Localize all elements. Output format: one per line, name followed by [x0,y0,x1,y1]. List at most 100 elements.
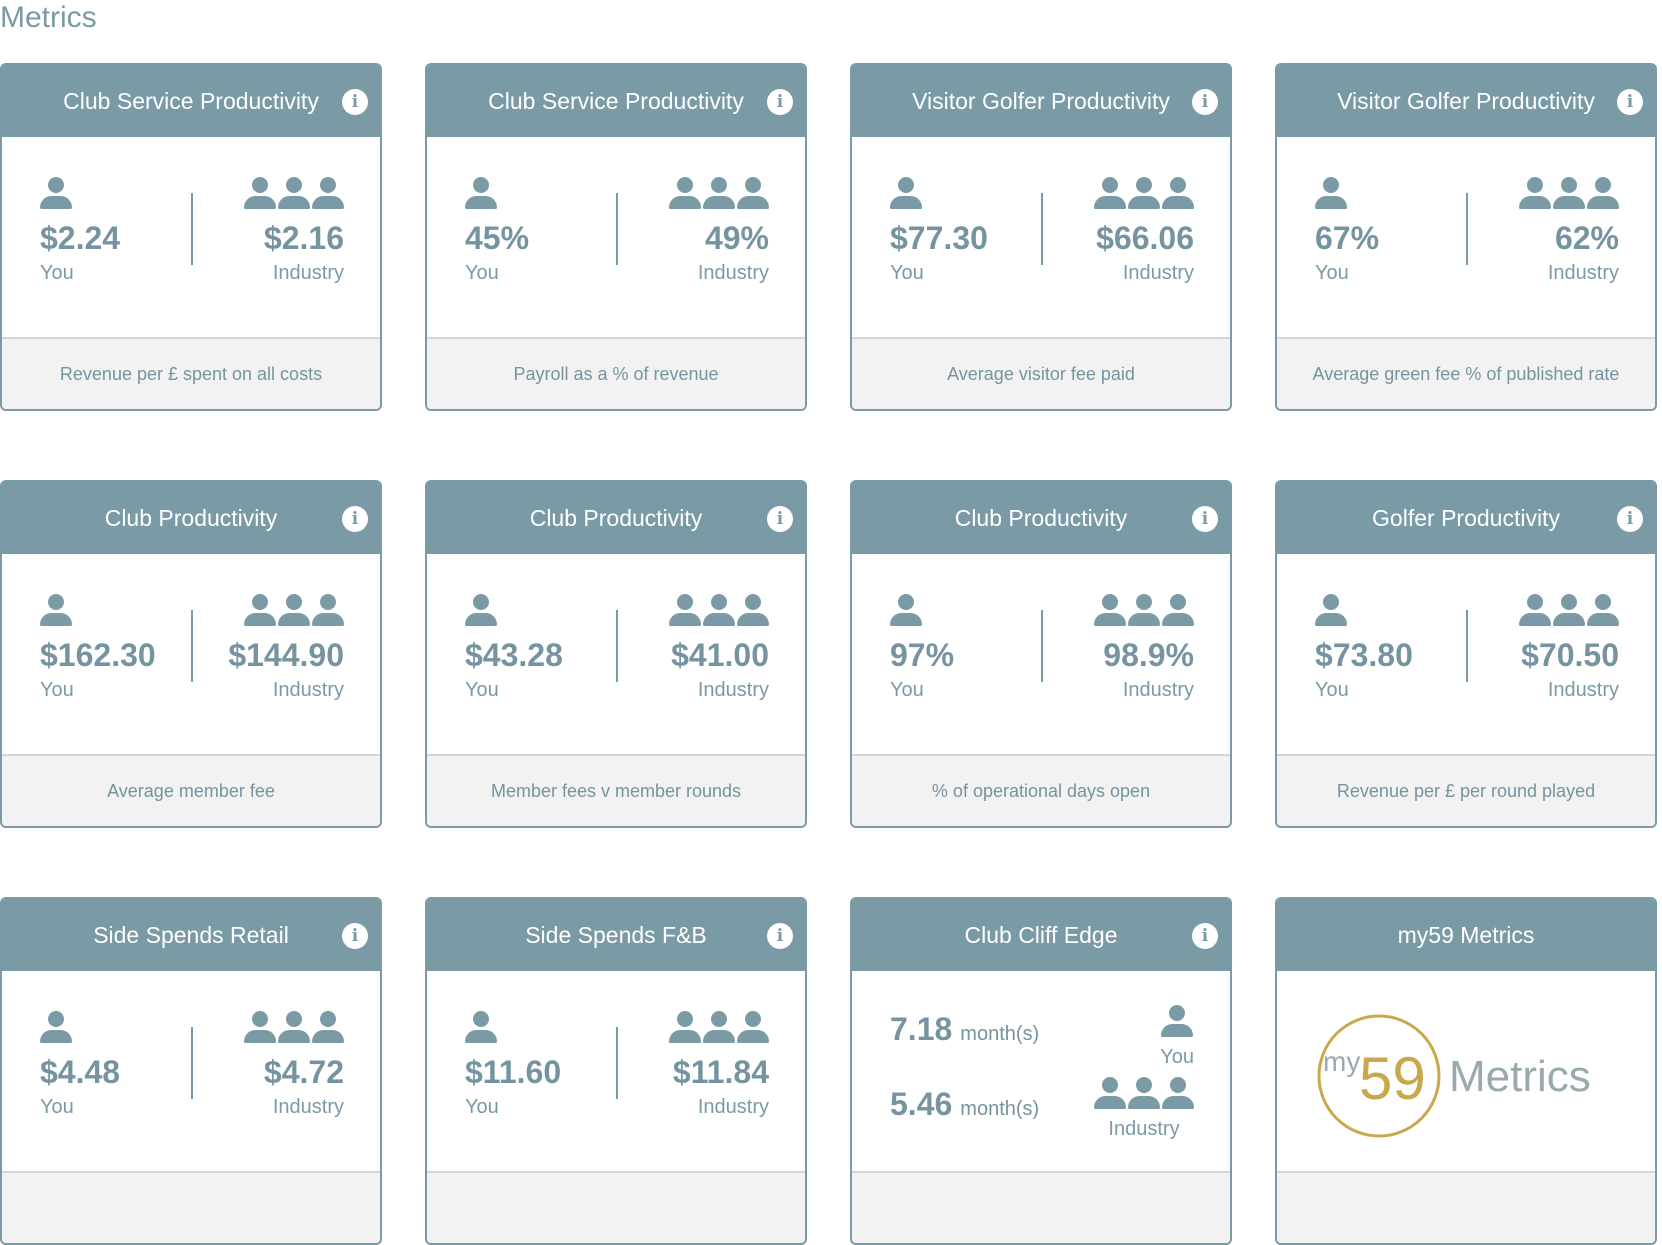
card-footer: Average member fee [2,754,380,826]
group-icon [244,594,344,626]
you-column: 45% You [465,177,529,288]
card-header: Visitor Golfer Productivity i [1277,65,1655,137]
info-icon[interactable]: i [1617,89,1643,115]
info-icon[interactable]: i [767,89,793,115]
group-icon [1094,177,1194,209]
card-title: Visitor Golfer Productivity [1337,87,1595,114]
divider [191,193,193,265]
you-label: You [1160,1046,1194,1068]
metric-card: Club Service Productivity i 45% You 49% … [425,63,807,411]
industry-label: Industry [1108,1118,1180,1140]
industry-column: $70.50 Industry [1519,594,1619,705]
card-title: Club Cliff Edge [964,921,1118,948]
card-footer: Average green fee % of published rate [1277,337,1655,409]
industry-column: 49% Industry [669,177,769,288]
industry-value: 62% [1554,220,1619,256]
industry-value: 49% [704,220,769,256]
industry-label: Industry [697,679,769,701]
metric-card: Club Service Productivity i $2.24 You $2… [0,63,382,411]
you-label: You [465,262,499,284]
card-header: Club Productivity i [427,482,805,554]
industry-value: $11.84 [672,1054,769,1090]
card-body: $77.30 You $66.06 Industry [852,137,1230,337]
group-icon [1519,177,1619,209]
you-column: $162.30 You [40,594,156,705]
info-icon[interactable]: i [1192,923,1218,949]
you-label: You [1315,262,1349,284]
card-body: 7.18 month(s) You 5.46 month(s) Industry [852,971,1230,1171]
divider [191,610,193,682]
you-value: 97% [890,637,955,673]
info-icon[interactable]: i [342,923,368,949]
you-column: 67% You [1315,177,1379,288]
card-title: Club Productivity [529,504,703,531]
person-icon [40,177,72,209]
logo-number-text: 59 [1359,1045,1426,1112]
info-icon[interactable]: i [342,506,368,532]
divider [1466,193,1468,265]
industry-column: 62% Industry [1519,177,1619,288]
card-title: Club Service Productivity [63,87,319,114]
metric-card: Club Productivity i $43.28 You $41.00 In… [425,480,807,828]
industry-value: $66.06 [1096,220,1194,256]
divider [616,610,618,682]
info-icon[interactable]: i [767,923,793,949]
card-body: $43.28 You $41.00 Industry [427,554,805,754]
info-icon[interactable]: i [1617,506,1643,532]
person-icon [1315,177,1347,209]
you-column: $77.30 You [890,177,988,288]
you-label: You [40,679,74,701]
card-footer [852,1171,1230,1243]
you-value: 67% [1315,220,1380,256]
you-column: 97% You [890,594,954,705]
group-icon [669,594,769,626]
logo-word-text: Metrics [1449,1052,1591,1101]
divider [191,1027,193,1099]
person-icon [1315,594,1347,626]
industry-label: Industry [1547,262,1619,284]
you-column: $73.80 You [1315,594,1413,705]
page-title: Metrics [0,1,97,34]
industry-label: Industry [1122,262,1194,284]
card-header: Side Spends F&B i [427,899,805,971]
you-label: You [890,262,924,284]
person-icon [890,594,922,626]
card-header: Club Service Productivity i [427,65,805,137]
cliff-industry-row: 5.46 month(s) [890,1086,1039,1123]
cliff-industry-marker: Industry [1094,1077,1194,1144]
person-icon [890,177,922,209]
cliff-edge-card: Club Cliff Edge i 7.18 month(s) You 5.46… [850,897,1232,1245]
industry-column: $66.06 Industry [1094,177,1194,288]
divider [1466,610,1468,682]
group-icon [669,177,769,209]
person-icon [465,1011,497,1043]
industry-column: $41.00 Industry [669,594,769,705]
card-body: $4.48 You $4.72 Industry [2,971,380,1171]
cliff-you-marker: You [1160,1005,1194,1072]
you-value: $43.28 [465,637,563,673]
card-header: Club Productivity i [2,482,380,554]
you-value: $73.80 [1315,637,1413,673]
info-icon[interactable]: i [767,506,793,532]
card-title: Golfer Productivity [1372,504,1560,531]
card-body: $11.60 You $11.84 Industry [427,971,805,1171]
metric-card: Golfer Productivity i $73.80 You $70.50 … [1275,480,1657,828]
card-title: my59 Metrics [1397,921,1535,948]
industry-label: Industry [272,1096,344,1118]
group-icon [1094,1077,1194,1109]
industry-column: 98.9% Industry [1094,594,1194,705]
info-icon[interactable]: i [1192,506,1218,532]
industry-value: $4.72 [263,1054,344,1090]
info-icon[interactable]: i [342,89,368,115]
metric-card: Club Productivity i 97% You 98.9% Indust… [850,480,1232,828]
logo-my-text: my [1323,1046,1360,1077]
my59-card[interactable]: my59 Metrics my 59 Metrics [1275,897,1657,1245]
card-title: Side Spends F&B [525,921,707,948]
card-footer: Revenue per £ per round played [1277,754,1655,826]
card-body: $73.80 You $70.50 Industry [1277,554,1655,754]
info-icon[interactable]: i [1192,89,1218,115]
industry-column: $11.84 Industry [669,1011,769,1122]
cliff-industry-unit: month(s) [960,1098,1040,1120]
divider [1041,193,1043,265]
you-label: You [465,679,499,701]
